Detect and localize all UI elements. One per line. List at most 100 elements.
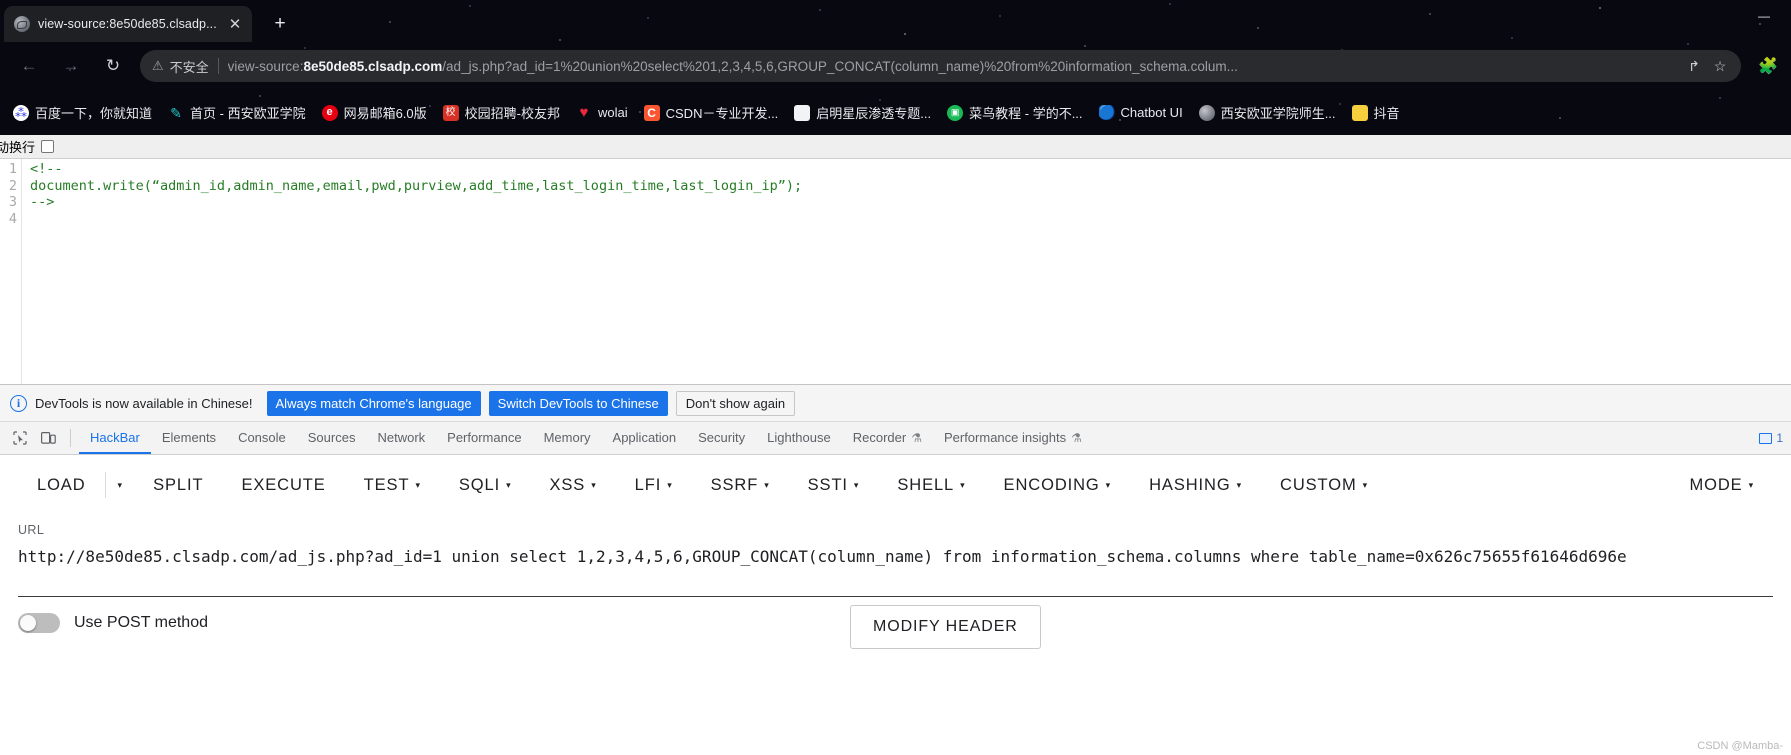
hackbar-ssti-menu[interactable]: SSTI ▾ [789, 476, 879, 495]
folder-icon [1351, 104, 1368, 121]
bookmark-item[interactable]: ▣ 菜鸟教程 - 学的不... [940, 99, 1089, 126]
bookmark-item[interactable]: 西安欧亚学院师生... [1192, 99, 1343, 126]
inspect-element-icon[interactable] [6, 425, 34, 451]
devtools-panel: i DevTools is now available in Chinese! … [0, 384, 1791, 752]
flask-icon: ⚗ [911, 431, 922, 445]
forward-icon[interactable]: → [55, 50, 87, 82]
tab-sources[interactable]: Sources [297, 422, 367, 454]
baidu-icon: ⁂ [13, 104, 29, 121]
tab-recorder[interactable]: Recorder ⚗ [842, 422, 933, 454]
device-toolbar-icon[interactable] [34, 425, 62, 451]
extensions-icon[interactable]: 🧩 [1753, 51, 1783, 81]
hackbar-lfi-menu[interactable]: LFI ▾ [616, 476, 692, 495]
hackbar-sqli-menu[interactable]: SQLI ▾ [440, 476, 531, 495]
bookmark-label: 抖音 [1373, 106, 1400, 121]
reload-icon[interactable]: ↻ [97, 50, 129, 82]
url-scheme: view-source: [227, 58, 304, 74]
menu-label: SSRF [710, 475, 759, 494]
info-icon: i [10, 394, 27, 412]
url-input[interactable]: http://8e50de85.clsadp.com/ad_js.php?ad_… [18, 543, 1773, 597]
hackbar-mode-menu[interactable]: MODE ▾ [1670, 476, 1773, 495]
code-line: <!-- [30, 161, 63, 177]
chevron-down-icon: ▾ [1236, 479, 1242, 490]
tab-label: Sources [307, 430, 356, 445]
chevron-down-icon: ▾ [1105, 479, 1112, 490]
url-field-label: URL [18, 523, 45, 537]
hackbar-shell-menu[interactable]: SHELL ▾ [878, 476, 984, 495]
tab-label: Performance insights [943, 430, 1067, 445]
line-number: 4 [8, 210, 17, 227]
tab-console[interactable]: Console [227, 422, 297, 454]
messages-badge[interactable]: 1 [1759, 431, 1783, 445]
hackbar-panel: LOAD ▾ SPLIT EXECUTE TEST ▾ SQLI ▾ XSS ▾ LF… [0, 455, 1791, 649]
chevron-down-icon: ▾ [667, 479, 673, 490]
bookmark-item[interactable]: ✎ 首页 - 西安欧亚学院 [161, 99, 313, 126]
address-bar[interactable]: ⚠ 不安全 view-source:8e50de85.clsadp.com/ad… [140, 50, 1741, 82]
menu-label: LFI [634, 475, 662, 494]
tab-hackbar[interactable]: HackBar [79, 422, 151, 454]
bookmark-item[interactable]: 启明星辰渗透专题... [787, 99, 938, 126]
page-icon [794, 104, 811, 121]
bookmark-star-icon[interactable]: ☆ [1707, 58, 1733, 75]
tab-security[interactable]: Security [687, 422, 756, 454]
tab-label: Elements [161, 430, 217, 445]
devtools-language-notification: i DevTools is now available in Chinese! … [0, 385, 1791, 422]
tab-performance-insights[interactable]: Performance insights ⚗ [933, 422, 1093, 454]
notification-text: DevTools is now available in Chinese! [35, 395, 253, 411]
tab-elements[interactable]: Elements [151, 422, 227, 454]
close-icon[interactable]: ✕ [226, 17, 244, 32]
globe-icon [1198, 104, 1215, 121]
hackbar-url-section: URL http://8e50de85.clsadp.com/ad_js.php… [0, 515, 1791, 597]
bookmark-item[interactable]: ♥ wolai [569, 101, 635, 125]
hackbar-custom-menu[interactable]: CUSTOM ▾ [1261, 476, 1387, 495]
bookmark-item[interactable]: C CSDN－专业开发... [637, 99, 786, 126]
bookmark-item[interactable]: 校校园招聘-校友邦 [436, 99, 567, 126]
pen-icon: ✎ [170, 104, 182, 121]
new-tab-button[interactable]: + [268, 13, 292, 37]
dismiss-notification-button[interactable]: Don't show again [675, 390, 796, 416]
hackbar-encoding-menu[interactable]: ENCODING ▾ [985, 476, 1131, 495]
url-host: 8e50de85.clsadp.com [303, 58, 443, 74]
switch-devtools-language-button[interactable]: Switch DevTools to Chinese [488, 390, 668, 416]
tab-network[interactable]: Network [366, 422, 436, 454]
bookmark-item[interactable]: 抖音 [1345, 99, 1407, 126]
hackbar-ssrf-menu[interactable]: SSRF ▾ [692, 476, 789, 495]
tab-lighthouse[interactable]: Lighthouse [756, 422, 842, 454]
browser-tab[interactable]: view-source:8e50de85.clsadp... ✕ [4, 6, 252, 42]
hackbar-test-menu[interactable]: TEST ▾ [345, 476, 440, 495]
share-icon[interactable]: ↱ [1681, 58, 1707, 75]
netease-icon: e [321, 104, 338, 121]
security-status[interactable]: 不安全 [170, 57, 209, 76]
bookmark-item[interactable]: ⁂ 百度一下，你就知道 [6, 99, 159, 126]
tab-performance[interactable]: Performance [436, 422, 532, 454]
message-icon [1759, 432, 1773, 444]
bookmark-label: 西安欧亚学院师生... [1220, 106, 1336, 121]
tab-application[interactable]: Application [602, 422, 688, 454]
load-dropdown-caret-icon[interactable]: ▾ [106, 480, 135, 491]
menu-label: MODE [1689, 475, 1743, 494]
hackbar-execute-button[interactable]: EXECUTE [222, 476, 344, 495]
url-path: /ad_js.php?ad_id=1%20union%20select%201,… [442, 58, 1238, 74]
modify-header-button[interactable]: MODIFY HEADER [850, 605, 1041, 649]
bookmark-item[interactable]: 🔵 Chatbot UI [1092, 101, 1190, 125]
bookmark-label: wolai [598, 105, 628, 120]
always-match-language-button[interactable]: Always match Chrome's language [266, 390, 481, 416]
tab-memory[interactable]: Memory [533, 422, 602, 454]
back-icon[interactable]: ← [13, 50, 45, 82]
hackbar-load-button[interactable]: LOAD [18, 476, 105, 495]
hackbar-menu: LOAD ▾ SPLIT EXECUTE TEST ▾ SQLI ▾ XSS ▾ LF… [0, 455, 1791, 515]
source-code-lines[interactable]: <!-- document.write(“admin_id,admin_name… [22, 159, 1791, 384]
hackbar-hashing-menu[interactable]: HASHING ▾ [1130, 476, 1261, 495]
badge-count: 1 [1776, 431, 1783, 445]
heart-icon: ♥ [579, 104, 589, 121]
use-post-method-toggle[interactable] [18, 613, 60, 633]
tab-label: Console [238, 430, 286, 445]
tab-label: Network [377, 430, 426, 445]
url-text: view-source:8e50de85.clsadp.com/ad_js.ph… [228, 59, 1681, 74]
hackbar-xss-menu[interactable]: XSS ▾ [531, 476, 616, 495]
hackbar-split-button[interactable]: SPLIT [134, 476, 222, 495]
minimize-icon[interactable]: — [1743, 2, 1785, 30]
bookmark-item[interactable]: e 网易邮箱6.0版 [315, 99, 434, 126]
line-wrap-checkbox[interactable] [41, 140, 55, 153]
